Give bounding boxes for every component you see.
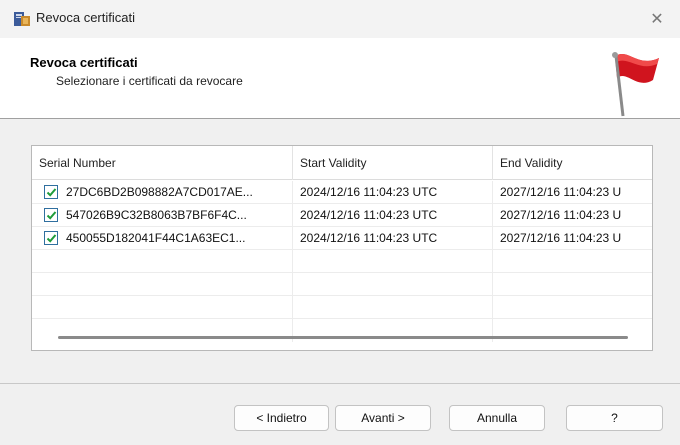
cancel-button[interactable]: Annulla [449, 405, 545, 431]
serial-number: 547026B9C32B8063B7BF6F4C... [66, 208, 247, 222]
page-subtitle: Selezionare i certificati da revocare [56, 74, 243, 88]
column-header-serial[interactable]: Serial Number [32, 146, 293, 180]
certificate-list[interactable]: Serial Number Start Validity End Validit… [31, 145, 653, 351]
empty-row [32, 250, 652, 273]
red-flag-icon [612, 52, 659, 117]
table-row[interactable]: 27DC6BD2B098882A7CD017AE... 2024/12/16 1… [32, 181, 652, 204]
certificate-app-icon [14, 12, 30, 26]
table-row[interactable]: 547026B9C32B8063B7BF6F4C... 2024/12/16 1… [32, 204, 652, 227]
serial-number: 27DC6BD2B098882A7CD017AE... [66, 185, 253, 199]
row-checkbox[interactable] [44, 231, 58, 245]
page-title: Revoca certificati [30, 55, 138, 70]
start-validity: 2024/12/16 11:04:23 UTC [293, 204, 493, 227]
table-row[interactable]: 450055D182041F44C1A63EC1... 2024/12/16 1… [32, 227, 652, 250]
serial-number: 450055D182041F44C1A63EC1... [66, 231, 246, 245]
checkmark-icon [46, 233, 56, 243]
serial-cell: 547026B9C32B8063B7BF6F4C... [32, 204, 293, 227]
start-validity: 2024/12/16 11:04:23 UTC [293, 227, 493, 250]
close-icon: ✕ [650, 11, 664, 28]
window-title: Revoca certificati [36, 10, 135, 25]
title-bar: Revoca certificati ✕ [0, 0, 680, 38]
row-checkbox[interactable] [44, 185, 58, 199]
serial-cell: 27DC6BD2B098882A7CD017AE... [32, 181, 293, 204]
end-validity: 2027/12/16 11:04:23 U [500, 231, 622, 245]
close-button[interactable]: ✕ [634, 0, 680, 38]
checkmark-icon [46, 210, 56, 220]
end-validity: 2027/12/16 11:04:23 U [500, 185, 622, 199]
back-button[interactable]: < Indietro [234, 405, 329, 431]
column-header-end[interactable]: End Validity [493, 146, 652, 180]
start-validity: 2024/12/16 11:04:23 UTC [293, 181, 493, 204]
wizard-header: Revoca certificati Selezionare i certifi… [0, 38, 680, 119]
empty-row [32, 296, 652, 319]
row-checkbox[interactable] [44, 208, 58, 222]
help-button[interactable]: ? [566, 405, 663, 431]
column-header-row: Serial Number Start Validity End Validit… [32, 146, 652, 180]
checkmark-icon [46, 187, 56, 197]
horizontal-scrollbar[interactable] [58, 336, 628, 339]
end-validity: 2027/12/16 11:04:23 U [500, 208, 622, 222]
empty-row [32, 273, 652, 296]
footer-divider [0, 383, 680, 384]
column-header-start[interactable]: Start Validity [293, 146, 493, 180]
serial-cell: 450055D182041F44C1A63EC1... [32, 227, 293, 250]
next-button[interactable]: Avanti > [335, 405, 431, 431]
